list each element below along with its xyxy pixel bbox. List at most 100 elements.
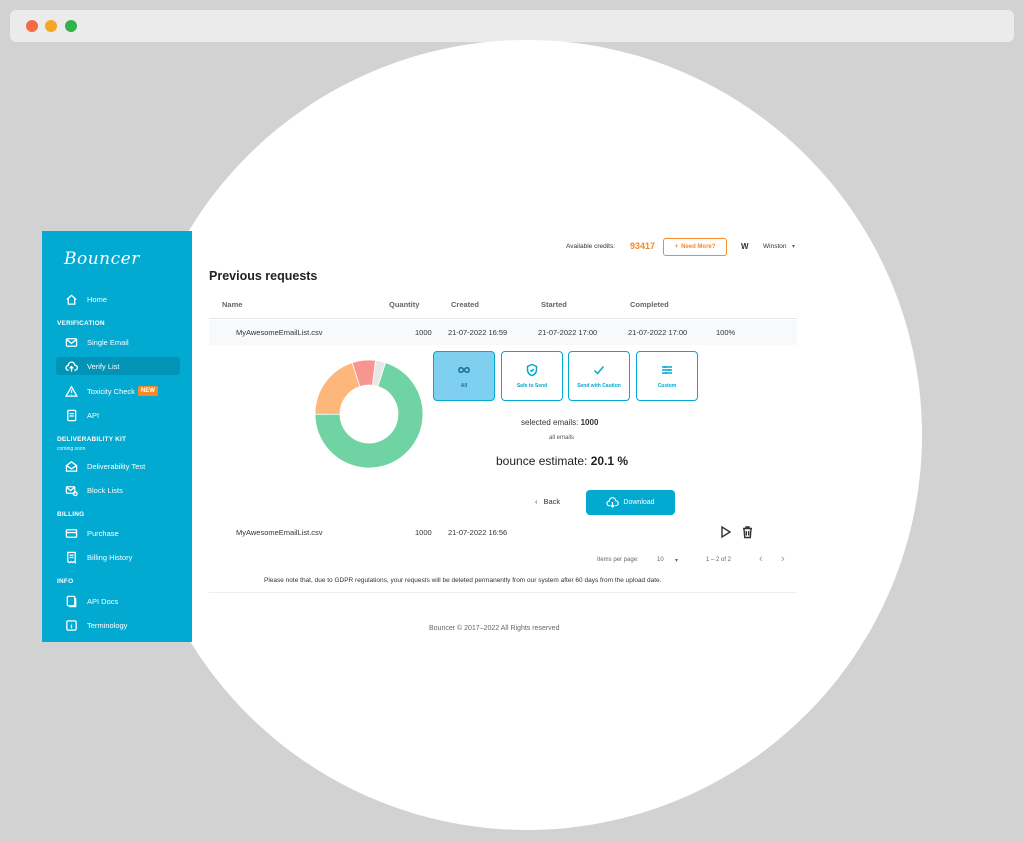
column-header-completed: Completed [630,300,669,309]
sidebar-item-label: Terminology [87,620,128,630]
caret-down-icon[interactable]: ▾ [675,557,678,564]
check-icon [593,366,605,375]
sidebar: Bouncer Home VERIFICATION Single Email V… [42,231,192,642]
shield-icon [526,363,538,377]
selected-emails-text: selected emails: 1000 [521,418,598,427]
receipt-icon [64,550,78,564]
sidebar-item-label: API Docs [87,596,119,606]
all-emails-caption: all emails [549,435,575,441]
results-donut-chart [314,359,424,469]
play-icon[interactable] [719,525,732,544]
cloud-upload-icon [64,359,78,373]
donut-segment-1 [314,362,361,415]
pagination-range: 1 – 2 of 2 [706,557,732,563]
available-credits-label: Available credits: [566,243,616,250]
sidebar-item-label: API [87,410,100,420]
sidebar-item-api-docs[interactable]: API Docs [56,592,180,610]
filter-custom-button[interactable]: Custom [636,351,698,401]
sidebar-item-terminology[interactable]: Terminology [56,616,180,634]
window-maximize-dot[interactable] [65,20,77,32]
sidebar-item-billing-history[interactable]: Billing History [56,548,180,566]
sidebar-item-toxicity-check[interactable]: Toxicity Check NEW [56,382,180,400]
window-close-dot[interactable] [26,20,38,32]
chevron-left-icon: ‹ [535,497,538,506]
sidebar-item-label: Single Email [87,337,129,347]
section-info: INFO [57,578,74,585]
items-per-page-label: Items per page: [597,557,639,563]
chevron-down-icon[interactable]: ▾ [792,243,795,250]
table-bottom-divider [209,592,797,593]
column-header-started: Started [541,300,567,309]
sidebar-item-label: Deliverability Test [87,461,146,471]
available-credits-value: 93417 [630,241,656,251]
user-avatar[interactable]: W [741,242,749,251]
row-created: 21-07-2022 16:56 [448,528,508,537]
sidebar-item-single-email[interactable]: Single Email [56,333,180,351]
column-header-quantity: Quantity [389,300,420,309]
selected-emails-label: selected emails: [521,418,579,427]
filter-label: Send with Caution [577,383,621,389]
new-badge: NEW [137,386,158,396]
row-file-name: MyAwesomeEmailList.csv [236,328,323,337]
mail-block-icon [64,483,78,497]
infinity-icon [458,367,470,373]
home-icon [64,292,78,306]
credit-card-icon [64,526,78,540]
envelope-icon [64,335,78,349]
user-name[interactable]: Winston [763,243,786,250]
column-header-created: Created [451,300,479,309]
sidebar-item-label: Block Lists [87,485,123,495]
row-quantity: 1000 [415,528,432,537]
filter-send-with-caution-button[interactable]: Send with Caution [568,351,630,401]
row-started: 21-07-2022 17:00 [538,328,598,337]
sidebar-item-purchase[interactable]: Purchase [56,524,180,542]
sidebar-item-verify-list[interactable]: Verify List [56,357,180,375]
envelope-open-icon [64,459,78,473]
gdpr-notice: Please note that, due to GDPR regulation… [264,577,662,584]
back-label: Back [543,497,561,506]
sidebar-item-label: Toxicity Check [87,386,135,396]
filter-label: Custom [657,383,677,389]
bounce-estimate-text: bounce estimate: 20.1 % [496,454,628,468]
filter-safe-to-send-button[interactable]: Safe to Send [501,351,563,401]
bounce-estimate-value: 20.1 % [590,454,629,468]
filter-label: All [460,383,468,389]
sidebar-item-block-lists[interactable]: Block Lists [56,481,180,499]
table-header-divider [209,318,797,319]
sidebar-item-label: Verify List [87,361,120,371]
back-button[interactable]: ‹ Back [535,497,560,506]
sidebar-item-api[interactable]: API [56,406,180,424]
sidebar-item-label: Purchase [87,528,119,538]
section-verification: VERIFICATION [57,320,105,327]
browser-title-bar [10,10,1014,42]
row-progress: 100% [716,328,736,337]
need-more-label: Need More? [681,244,716,250]
previous-page-icon[interactable]: ‹ [759,553,763,565]
section-billing: BILLING [57,511,85,518]
need-more-button[interactable]: + Need More? [663,238,727,256]
bounce-estimate-label: bounce estimate: [496,454,588,468]
column-header-name: Name [222,300,243,309]
selected-emails-value: 1000 [580,418,599,427]
sidebar-item-deliverability-test[interactable]: Deliverability Test [56,457,180,475]
items-per-page-select[interactable]: 10 [657,557,664,563]
bouncer-logo: Bouncer [64,249,140,269]
sidebar-item-home[interactable]: Home [56,290,180,308]
filter-all-button[interactable]: All [433,351,495,401]
download-button[interactable]: Download [586,490,675,515]
docs-icon [64,594,78,608]
plus-icon: + [674,244,679,250]
api-document-icon [64,408,78,422]
row-quantity: 1000 [415,328,432,337]
info-icon [64,618,78,632]
row-completed: 21-07-2022 17:00 [628,328,688,337]
coming-soon-label: coming soon [57,446,86,452]
background-circle [132,40,922,830]
window-minimize-dot[interactable] [45,20,57,32]
trash-icon[interactable] [741,525,754,544]
cloud-download-icon [606,497,620,508]
next-page-icon[interactable]: › [781,553,785,565]
footer-copyright: Bouncer © 2017–2022 All Rights reserved [429,625,560,632]
section-deliverability-kit: DELIVERABILITY KIT [57,436,127,443]
sidebar-item-label: Home [87,294,108,304]
